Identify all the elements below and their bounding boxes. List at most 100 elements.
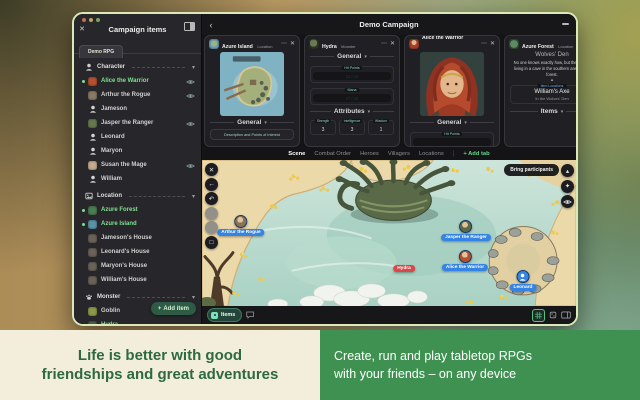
sidebar-item[interactable]: William	[74, 172, 201, 186]
maximize-window-icon[interactable]	[96, 18, 100, 22]
caption-right: Create, run and play tabletop RPGs with …	[320, 330, 640, 400]
chevron-down-icon: ▾	[364, 54, 367, 60]
dice-roller-button[interactable]	[549, 311, 557, 319]
description-button[interactable]: Description and Points of Interest	[210, 129, 294, 140]
items-expander[interactable]: Items ▾	[505, 106, 576, 117]
more-icon[interactable]: ⋯	[481, 41, 487, 47]
participant-cursor[interactable]	[205, 207, 218, 220]
general-expander[interactable]: General ▾	[305, 51, 399, 62]
avatar	[509, 39, 519, 49]
close-card-icon[interactable]: ✕	[390, 41, 395, 47]
sidebar-item[interactable]: Leonard's House	[74, 245, 201, 259]
card-azure-forest[interactable]: Azure Forest Location ⋯ Wolves' Den No o…	[504, 35, 576, 147]
caption-left-text: Life is better with good friendships and…	[42, 346, 279, 385]
sidebar-item[interactable]: Jameson's House	[74, 231, 201, 245]
bring-participants-button[interactable]: Bring participants	[504, 164, 559, 176]
effects-button[interactable]: ✦	[561, 180, 574, 193]
section-header-character[interactable]: Character▾	[74, 60, 201, 74]
intelligence-attr[interactable]: Intelligence 3	[339, 120, 365, 135]
card-subtitle: Location	[558, 44, 573, 49]
map-token-jasper-the-ranger[interactable]: Jasper the Ranger	[441, 220, 491, 241]
map-token-leonard[interactable]: Leonard	[510, 270, 537, 291]
visibility-button[interactable]	[561, 195, 574, 208]
map-token-hydra[interactable]: Hydra	[393, 265, 415, 272]
map-side-controls: ▴ ✦	[561, 164, 574, 208]
attributes-expander[interactable]: Attributes ▾	[305, 106, 399, 117]
sidebar-item[interactable]: Azure Forest	[74, 203, 201, 217]
sidebar-item[interactable]: Leonard	[74, 130, 201, 144]
scene-grid-button[interactable]	[532, 309, 545, 322]
map-canvas[interactable]: ✕ ← ↶ □ Bring participants ▴ ✦ Arthur th…	[202, 160, 576, 306]
sidebar-item[interactable]: Azure Island	[74, 217, 201, 231]
card-subtitle: Monster	[341, 44, 355, 49]
close-card-icon[interactable]: ✕	[290, 41, 295, 47]
token-avatar	[459, 220, 472, 233]
person-icon	[88, 105, 97, 114]
window-controls[interactable]	[82, 18, 100, 22]
map-close-button[interactable]: ✕	[205, 163, 218, 176]
close-card-icon[interactable]: ✕	[490, 41, 495, 47]
tab-scene[interactable]: Scene	[288, 151, 305, 157]
map-token-alice-the-warrior[interactable]: Alice the Warrior	[442, 250, 488, 271]
avatar	[309, 39, 319, 49]
card-azure-island[interactable]: Azure Island Location ⋯ ✕	[204, 35, 300, 147]
item-location-card[interactable]: Item Locations William's Axe In the Wolv…	[510, 85, 576, 104]
chevron-up-icon[interactable]: ▴	[505, 78, 576, 83]
panel-toggle-button[interactable]	[561, 311, 571, 319]
token-label: Jasper the Ranger	[441, 234, 491, 241]
more-icon[interactable]: ⋯	[381, 41, 387, 47]
sidebar-item[interactable]: Arthur the Rogue	[74, 88, 201, 102]
map-undo-button[interactable]: ↶	[205, 192, 218, 205]
sidebar-item[interactable]: Jameson	[74, 102, 201, 116]
chat-icon[interactable]	[246, 311, 255, 319]
sidebar-item[interactable]: Jasper the Ranger	[74, 116, 201, 130]
avatar	[88, 119, 97, 128]
minimize-window-icon[interactable]	[89, 18, 93, 22]
token-label: Alice the Warrior	[442, 264, 488, 271]
avatar	[88, 248, 97, 257]
campaign-items-panel: ✕ Campaign items Demo RPG Character▾Alic…	[74, 14, 202, 324]
tab-heroes[interactable]: Heroes	[360, 151, 379, 157]
more-icon[interactable]: ⋯	[281, 41, 287, 47]
card-title: Azure Forest	[522, 44, 554, 50]
chevron-down-icon: ▾	[192, 64, 195, 71]
mana-bar[interactable]: Mana 27 / 40	[310, 88, 394, 105]
sidebar-item[interactable]: Susan the Mage	[74, 158, 201, 172]
general-expander[interactable]: General ▾	[205, 117, 299, 128]
tab-locations[interactable]: Locations	[419, 151, 444, 157]
hit-points-bar[interactable]: Hit Points 22 / 40	[310, 66, 394, 83]
sidebar-item[interactable]: Maryon's House	[74, 259, 201, 273]
card-alice-the-warrior[interactable]: Alice the Warrior Character (@Participan…	[404, 35, 500, 147]
sidebar-item[interactable]: William's House	[74, 273, 201, 287]
general-expander[interactable]: General ▾	[405, 117, 499, 128]
token-avatar	[459, 250, 472, 263]
card-hydra[interactable]: Hydra Monster ⋯ ✕ General ▾ Hit Points 2…	[304, 35, 400, 147]
close-window-icon[interactable]	[82, 18, 86, 22]
chevron-down-icon: ▾	[561, 109, 564, 115]
sidebar-item[interactable]: Maryon	[74, 144, 201, 158]
map-stop-button[interactable]: □	[205, 236, 218, 249]
wisdom-attr[interactable]: Wisdom 1	[368, 120, 394, 135]
add-tab-button[interactable]: + Add tab	[463, 151, 489, 157]
sidebar-item[interactable]: Alice the Warrior	[74, 74, 201, 88]
map-token-arthur-the-rogue[interactable]: Arthur the Rogue	[217, 215, 264, 236]
add-item-button[interactable]: + Add item	[151, 302, 196, 315]
hit-points-bar[interactable]: Hit Points	[410, 132, 494, 147]
collapse-controls-button[interactable]: ▴	[561, 164, 574, 177]
card-title: Alice the Warrior	[422, 35, 463, 41]
tab-combat-order[interactable]: Combat Order	[314, 151, 351, 157]
character-portrait	[420, 52, 484, 116]
map-back-button[interactable]: ←	[205, 178, 218, 191]
tab-villagers[interactable]: Villagers	[388, 151, 410, 157]
campaign-title: Demo Campaign	[202, 20, 576, 29]
section-header-location[interactable]: Location▾	[74, 189, 201, 203]
selected-dot-icon	[82, 324, 85, 325]
participant-cursor[interactable]	[205, 221, 218, 234]
strength-attr[interactable]: Strength 3	[310, 120, 336, 135]
pin-panel-icon[interactable]	[184, 22, 195, 31]
main-menu-icon[interactable]	[562, 23, 569, 25]
sidebar-title: Campaign items	[74, 25, 201, 34]
items-button[interactable]: Items	[207, 308, 242, 322]
sidebar-item[interactable]: Hydra	[74, 318, 201, 324]
image-icon	[84, 192, 93, 201]
